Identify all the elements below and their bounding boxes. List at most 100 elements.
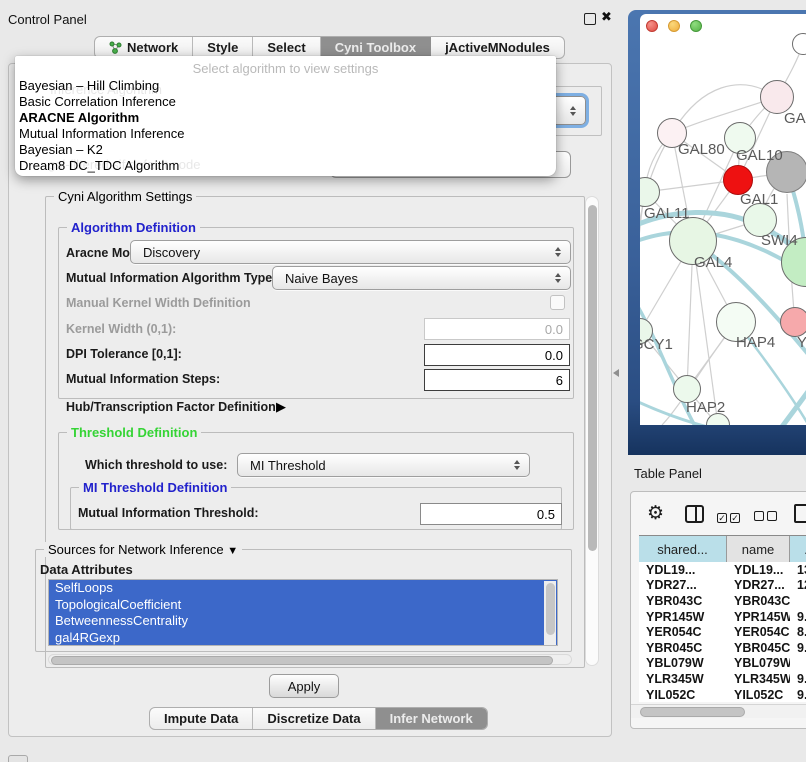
attribute-item-betweennesscentrality[interactable]: BetweennessCentrality xyxy=(49,613,557,630)
tab-label: Discretize Data xyxy=(267,711,360,726)
tab-jactivemnodules[interactable]: jActiveMNodules xyxy=(431,37,564,58)
tab-label: Select xyxy=(267,40,305,55)
table-hscrollbar-thumb[interactable] xyxy=(640,707,745,717)
table-hscrollbar[interactable] xyxy=(631,704,806,718)
column-header-shared-[interactable]: shared... xyxy=(639,536,727,562)
which-threshold-label: Which threshold to use: xyxy=(85,458,227,472)
table-cell: YPR145W xyxy=(727,610,790,624)
settings-scrollbar-thumb[interactable] xyxy=(588,205,597,551)
algorithm-option-aracne-algorithm[interactable]: ARACNE Algorithm xyxy=(15,110,556,126)
select-all-icon[interactable]: ✓✓ xyxy=(717,508,740,526)
node-label-gal10: GAL10 xyxy=(736,147,783,164)
node-label-hap2: HAP2 xyxy=(686,399,725,416)
mi-threshold-field[interactable] xyxy=(420,503,562,525)
table-row[interactable]: YDR27...YDR27...12 xyxy=(639,578,806,594)
tab-label: Network xyxy=(127,40,178,55)
tab-discretize-data[interactable]: Discretize Data xyxy=(253,708,375,729)
panel-title: Control Panel xyxy=(8,12,87,27)
node-label-gal11: GAL11 xyxy=(644,205,690,222)
algorithm-option-basic-correlation-inference[interactable]: Basic Correlation Inference xyxy=(15,94,556,110)
manual-kernel-checkbox[interactable] xyxy=(550,295,565,310)
close-icon[interactable]: ✖ xyxy=(601,9,612,25)
column-header-a[interactable]: A xyxy=(790,536,806,562)
dpi-tolerance-field[interactable] xyxy=(424,344,570,366)
table-panel-title: Table Panel xyxy=(634,466,702,481)
deselect-all-icon[interactable] xyxy=(754,508,777,526)
expand-right-icon[interactable]: ▶ xyxy=(276,399,286,415)
gear-icon[interactable]: ⚙ xyxy=(647,504,664,523)
aracne-mode-value: Discovery xyxy=(143,245,200,260)
algorithm-option-dream8-dc-tdc-algorithm[interactable]: Dream8 DC_TDC Algorithm xyxy=(15,158,556,174)
tab-label: Style xyxy=(207,40,238,55)
attr-list-scrollbar-thumb[interactable] xyxy=(546,583,555,635)
settings-scrollbar[interactable] xyxy=(585,196,599,666)
attribute-item-topologicalcoefficient[interactable]: TopologicalCoefficient xyxy=(49,597,557,614)
sources-title: Sources for Network Inference ▼ xyxy=(44,542,242,557)
float-window-icon[interactable] xyxy=(584,13,596,25)
network-node[interactable] xyxy=(760,80,794,114)
kernel-width-field[interactable] xyxy=(424,318,570,340)
tab-style[interactable]: Style xyxy=(193,37,253,58)
apply-button[interactable]: Apply xyxy=(269,674,339,698)
dpi-tolerance-label: DPI Tolerance [0,1]: xyxy=(66,347,182,361)
node-label-gal80: GAL80 xyxy=(678,141,725,158)
table-cell: 9. xyxy=(790,641,806,655)
tab-cyni-toolbox[interactable]: Cyni Toolbox xyxy=(321,37,431,58)
settings-hscrollbar[interactable] xyxy=(48,654,572,665)
sources-title-text: Sources for Network Inference xyxy=(48,542,224,557)
network-node[interactable] xyxy=(780,307,806,337)
tab-network[interactable]: Network xyxy=(95,37,193,58)
algorithm-option-mutual-information-inference[interactable]: Mutual Information Inference xyxy=(15,126,556,142)
mi-steps-field[interactable] xyxy=(424,369,570,391)
tab-infer-network[interactable]: Infer Network xyxy=(376,708,487,729)
panel-divider-handle-icon[interactable] xyxy=(613,369,619,377)
algorithm-option-bayesian-hill-climbing[interactable]: Bayesian – Hill Climbing xyxy=(15,78,556,94)
table-cell: YLR345W xyxy=(639,672,727,686)
table-row[interactable]: YER054CYER054C8. xyxy=(639,624,806,640)
table-cell: 8. xyxy=(790,625,806,639)
data-attributes-list: SelfLoopsTopologicalCoefficientBetweenne… xyxy=(48,579,558,646)
combo-spinner-icon xyxy=(555,273,561,283)
table-row[interactable]: YBR043CYBR043C xyxy=(639,593,806,609)
table-cell: YBL079W xyxy=(639,656,727,670)
mi-type-value: Naive Bayes xyxy=(285,271,358,286)
tab-select[interactable]: Select xyxy=(253,37,320,58)
table-row[interactable]: YDL19...YDL19...13 xyxy=(639,562,806,578)
aracne-mode-combo[interactable]: Discovery xyxy=(130,240,571,264)
collapse-down-icon[interactable]: ▼ xyxy=(227,545,238,557)
table-cell: YBL079W xyxy=(727,656,790,670)
mi-type-combo[interactable]: Naive Bayes xyxy=(272,266,571,290)
settings-hscrollbar-thumb[interactable] xyxy=(51,656,553,665)
column-header-name[interactable]: name xyxy=(727,536,790,562)
attribute-item-gal4rgexp[interactable]: gal4RGexp xyxy=(49,630,557,647)
data-attributes-label: Data Attributes xyxy=(40,562,133,577)
combo-spinner-icon xyxy=(570,106,576,116)
combo-spinner-icon xyxy=(514,460,520,470)
dropdown-placeholder: Select algorithm to view settings xyxy=(15,56,556,78)
table-row[interactable]: YPR145WYPR145W9. xyxy=(639,609,806,625)
table-row[interactable]: YBL079WYBL079W xyxy=(639,656,806,672)
mi-threshold-label: Mutual Information Threshold: xyxy=(78,506,259,520)
attribute-item-selfloops[interactable]: SelfLoops xyxy=(49,580,557,597)
algorithm-option-bayesian-k2[interactable]: Bayesian – K2 xyxy=(15,142,556,158)
node-label-swi4: SWI4 xyxy=(761,232,798,249)
table-cell: YLR345W xyxy=(727,672,790,686)
attr-list-scrollbar[interactable] xyxy=(544,581,556,646)
table-row[interactable]: YBR045CYBR045C9. xyxy=(639,640,806,656)
table-cell: YER054C xyxy=(639,625,727,639)
table-row[interactable]: YLR345WYLR345W9. xyxy=(639,671,806,687)
corner-widget[interactable] xyxy=(8,755,28,762)
screen: Control Panel ✖ Network Style Select Cyni T… xyxy=(0,0,806,762)
tab-impute-data[interactable]: Impute Data xyxy=(150,708,253,729)
mi-threshold-title: MI Threshold Definition xyxy=(79,480,231,495)
table-cell: 13 xyxy=(790,563,806,577)
document-icon[interactable] xyxy=(794,504,806,523)
table-cell: YBR043C xyxy=(639,594,727,608)
split-columns-icon[interactable] xyxy=(685,505,704,523)
table-row[interactable]: YIL052CYIL052C9. xyxy=(639,687,806,703)
cyni-settings-title: Cyni Algorithm Settings xyxy=(54,189,196,204)
node-label-gal1: GAL1 xyxy=(740,191,778,208)
table-cell: YDR27... xyxy=(639,578,727,592)
table-cell: YBR043C xyxy=(727,594,790,608)
which-threshold-combo[interactable]: MI Threshold xyxy=(237,453,530,477)
